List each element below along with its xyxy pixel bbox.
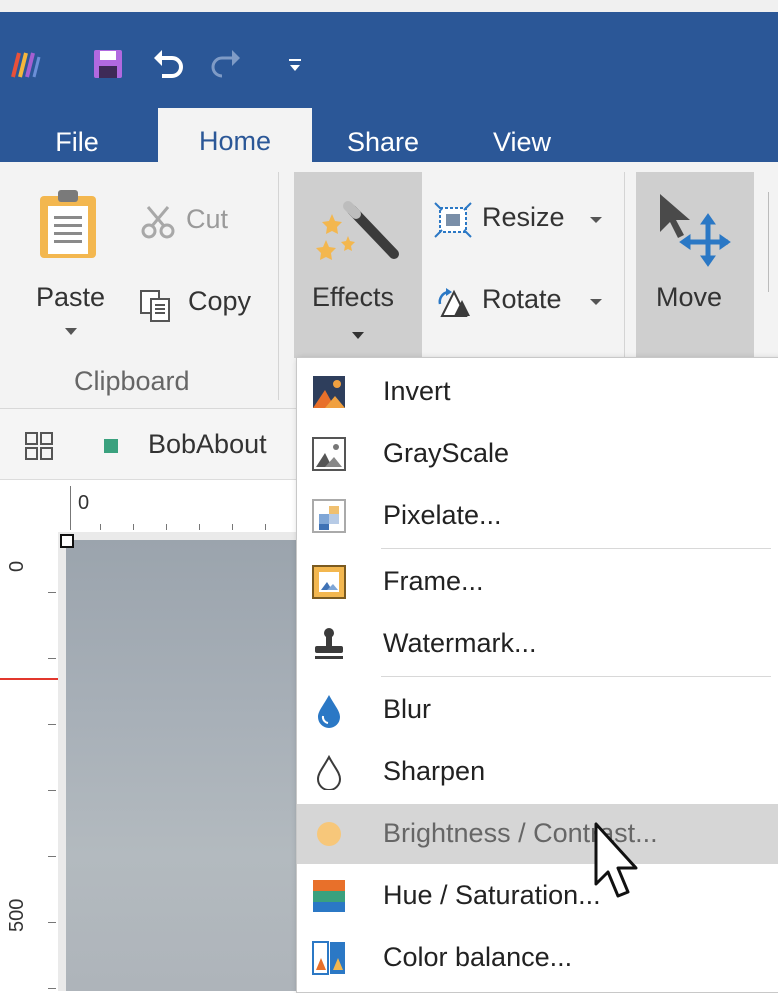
paste-button[interactable]: Paste <box>26 174 116 374</box>
move-label: Move <box>656 282 723 312</box>
vertical-ruler: 0 500 <box>0 532 59 991</box>
hue-saturation-icon <box>313 880 345 912</box>
scissors-icon <box>141 206 175 239</box>
ruler-label: 500 <box>6 898 28 932</box>
ruler-ticks <box>100 524 300 530</box>
menu-item-color-balance[interactable]: Color balance... <box>297 928 778 988</box>
ruler-ticks <box>48 592 56 991</box>
clipboard-group-label: Clipboard <box>74 366 190 396</box>
clipboard-icon <box>40 190 96 258</box>
menu-item-label: Invert <box>383 376 451 406</box>
resize-button[interactable]: Resize <box>430 196 610 246</box>
menu-separator <box>381 676 771 677</box>
paste-label: Paste <box>36 282 106 312</box>
sharpen-icon <box>316 754 342 790</box>
copy-button[interactable]: Copy <box>136 280 266 328</box>
chevron-down-icon <box>352 332 364 339</box>
menu-item-invert[interactable]: Invert <box>297 362 778 422</box>
brightness-icon <box>317 822 341 846</box>
menu-item-pixelate[interactable]: Pixelate... <box>297 486 778 546</box>
save-icon[interactable] <box>86 42 130 86</box>
group-divider <box>768 192 769 292</box>
menu-item-grayscale[interactable]: GrayScale <box>297 424 778 484</box>
group-divider <box>624 172 625 358</box>
mouse-cursor-icon <box>594 822 638 898</box>
menu-item-label: Frame... <box>383 566 484 596</box>
menu-item-hue-saturation[interactable]: Hue / Saturation... <box>297 866 778 926</box>
grayscale-icon <box>312 437 346 471</box>
resize-icon <box>434 202 472 238</box>
window-top-edge <box>0 0 778 12</box>
color-balance-icon <box>312 941 345 975</box>
menu-item-label: Watermark... <box>383 628 537 658</box>
rotate-label: Rotate <box>482 284 562 314</box>
document-tab-label[interactable]: BobAbout <box>148 429 267 460</box>
selection-handle[interactable] <box>60 534 74 548</box>
watermark-icon <box>315 628 343 659</box>
image-canvas[interactable] <box>66 540 306 991</box>
move-icon <box>660 194 731 267</box>
magic-wand-icon <box>316 201 399 260</box>
invert-icon <box>313 376 345 408</box>
chevron-down-icon <box>590 217 602 223</box>
menu-item-label: Pixelate... <box>383 500 502 530</box>
move-button[interactable]: Move <box>636 172 754 358</box>
ruler-label: 0 <box>6 560 28 572</box>
document-status-icon <box>104 439 118 453</box>
pixelate-icon <box>312 499 346 533</box>
menu-item-brightness-contrast[interactable]: Brightness / Contrast... <box>297 804 778 864</box>
chevron-down-icon <box>590 299 602 305</box>
cut-label: Cut <box>186 204 229 234</box>
menu-item-watermark[interactable]: Watermark... <box>297 614 778 674</box>
menu-item-label: Color balance... <box>383 942 573 972</box>
frame-icon <box>312 565 346 599</box>
menu-item-frame[interactable]: Frame... <box>297 552 778 612</box>
effects-label: Effects <box>312 282 395 312</box>
resize-label: Resize <box>482 202 565 232</box>
menu-item-label: Sharpen <box>383 756 486 786</box>
undo-icon[interactable] <box>146 42 190 86</box>
cut-button[interactable]: Cut <box>136 198 246 246</box>
chevron-down-icon <box>65 328 77 335</box>
group-divider <box>278 172 279 400</box>
menu-item-label: GrayScale <box>383 438 510 468</box>
rotate-icon <box>438 288 470 317</box>
ruler-label: 0 <box>78 492 90 514</box>
menu-item-label: Blur <box>383 694 432 724</box>
app-logo-icon <box>6 42 46 86</box>
grid-view-icon[interactable] <box>24 431 54 461</box>
menu-item-label: Hue / Saturation... <box>383 880 601 910</box>
copy-label: Copy <box>188 286 252 316</box>
redo-icon[interactable] <box>204 42 248 86</box>
title-bar: File Home Share View <box>0 12 778 174</box>
effects-menu: Invert GrayScale Pixelate... Frame... Wa… <box>296 357 778 993</box>
copy-icon <box>140 290 170 322</box>
menu-item-sharpen[interactable]: Sharpen <box>297 742 778 802</box>
customize-qat-icon[interactable] <box>280 42 310 86</box>
menu-separator <box>381 548 771 549</box>
effects-button[interactable]: Effects <box>294 172 422 358</box>
rotate-button[interactable]: Rotate <box>430 278 610 328</box>
ruler-tick <box>70 486 71 530</box>
menu-item-blur[interactable]: Blur <box>297 680 778 740</box>
blur-icon <box>318 695 340 728</box>
